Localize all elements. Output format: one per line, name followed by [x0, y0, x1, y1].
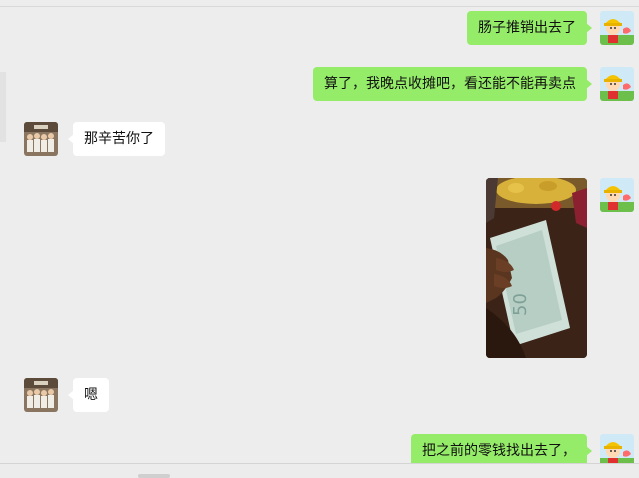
chat-window: 肠子推销出去了 算了，我晚点收摊吧，看还能不能再卖点 那辛苦你了 50 嗯 把之… — [0, 0, 639, 478]
top-divider — [0, 6, 639, 7]
message-row: 嗯 — [0, 378, 639, 416]
message-bubble-other[interactable]: 嗯 — [68, 378, 109, 412]
self-avatar-icon[interactable] — [600, 67, 634, 101]
message-row: 那辛苦你了 — [0, 122, 639, 160]
message-bubble-self[interactable]: 肠子推销出去了 — [467, 11, 592, 45]
message-row: 50 — [0, 178, 639, 360]
svg-text:50: 50 — [510, 293, 531, 316]
message-row: 肠子推销出去了 — [0, 10, 639, 48]
message-bubble-self[interactable]: 算了，我晚点收摊吧，看还能不能再卖点 — [313, 67, 592, 101]
self-avatar-icon[interactable] — [600, 178, 634, 212]
contact-avatar-icon[interactable] — [24, 378, 58, 412]
contact-avatar-icon[interactable] — [24, 122, 58, 156]
message-bubble-other[interactable]: 那辛苦你了 — [68, 122, 165, 156]
message-image[interactable]: 50 — [486, 178, 587, 358]
message-row: 算了，我晚点收摊吧，看还能不能再卖点 — [0, 66, 639, 104]
self-avatar-icon[interactable] — [600, 11, 634, 45]
input-area-divider — [0, 463, 639, 478]
horizontal-scrollbar[interactable] — [138, 474, 170, 478]
